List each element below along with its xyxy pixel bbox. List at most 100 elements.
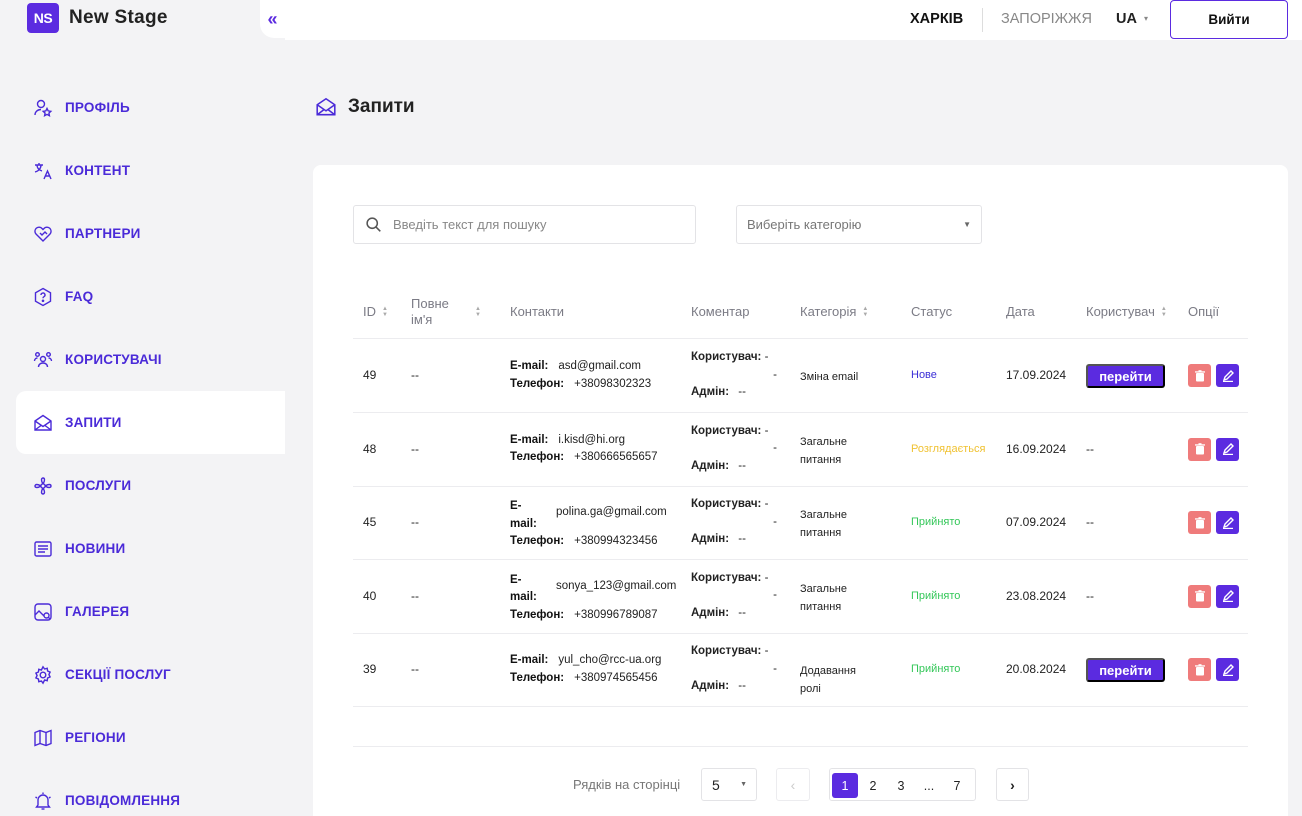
brand[interactable]: NS New Stage <box>27 3 168 33</box>
cell-comment: Користувач: - - Адмін: -- <box>691 498 777 546</box>
cell-category: Додавання ролі <box>800 665 856 696</box>
cell-category: Загальне питання <box>800 435 847 466</box>
sidebar-item-services[interactable]: ПОСЛУГИ <box>16 454 285 517</box>
sort-icon[interactable]: ▲ ▼ <box>382 306 388 318</box>
sidebar-item-requests[interactable]: ЗАПИТИ <box>16 391 285 454</box>
city-zaporizhzhia[interactable]: ЗАПОРІЖЖЯ <box>1001 11 1092 27</box>
delete-button[interactable] <box>1188 437 1211 461</box>
comment-admin-label: Адмін: <box>691 459 730 472</box>
edit-button[interactable] <box>1216 437 1239 461</box>
column-comment: Коментар <box>691 304 750 319</box>
sidebar-item-news[interactable]: НОВИНИ <box>16 517 285 580</box>
trash-icon <box>1194 443 1205 455</box>
logout-button[interactable]: Вийти <box>1170 0 1288 39</box>
go-to-user-button[interactable]: перейти <box>1086 364 1165 388</box>
requests-card: Виберіть категорію ▼ ID ▲▼ Повне ім'я ▲▼… <box>313 165 1288 816</box>
page-numbers: 1 2 3 ... 7 <box>829 768 976 801</box>
cell-date: 16.09.2024 <box>1006 441 1067 456</box>
double-chevron-left-icon: « <box>267 8 278 29</box>
category-select[interactable]: Виберіть категорію ▼ <box>736 205 982 244</box>
page-7[interactable]: 7 <box>944 773 970 798</box>
sidebar-item-gallery[interactable]: ГАЛЕРЕЯ <box>16 580 285 643</box>
email-value: polina.ga@gmail.com <box>556 506 667 519</box>
cell-date: 17.09.2024 <box>1006 368 1067 382</box>
delete-button[interactable] <box>1188 511 1211 535</box>
column-category[interactable]: Категорія ▲ ▼ <box>800 285 868 338</box>
cell-contacts: E-mail: i.kisd@hi.org Телефон: +38066656565… <box>510 432 680 467</box>
sidebar-item-faq[interactable]: FAQ <box>16 265 285 328</box>
sidebar-item-content[interactable]: КОНТЕНТ <box>16 139 285 202</box>
search-box[interactable] <box>353 205 696 244</box>
cell-contacts: E-mail: sonya_123@gmail.com Телефон: +38099… <box>510 572 680 625</box>
edit-button[interactable] <box>1216 658 1239 682</box>
sidebar-item-users[interactable]: КОРИСТУВАЧІ <box>16 328 285 391</box>
cell-id: 49 <box>363 368 377 382</box>
delete-button[interactable] <box>1188 364 1211 387</box>
caret-down-icon: ▼ <box>963 220 971 229</box>
trash-icon <box>1194 664 1205 676</box>
column-date: Дата <box>1006 304 1035 319</box>
next-page-button[interactable]: › <box>996 768 1029 801</box>
cell-fullname: -- <box>411 368 419 382</box>
sidebar-item-label: ГАЛЕРЕЯ <box>65 604 130 619</box>
sidebar-item-regions[interactable]: РЕГІОНИ <box>16 706 285 769</box>
sidebar-item-notifications[interactable]: ПОВІДОМЛЕННЯ <box>16 769 285 816</box>
edit-button[interactable] <box>1216 511 1239 535</box>
email-label: E-mail: <box>510 500 537 530</box>
sidebar-item-partners[interactable]: ПАРТНЕРИ <box>16 202 285 265</box>
search-input[interactable] <box>393 217 673 232</box>
cell-fullname: -- <box>411 515 419 530</box>
phone-value: +380974565456 <box>574 671 658 684</box>
table-row: 48 -- E-mail: i.kisd@hi.org Телефон: +3806665… <box>353 413 1248 487</box>
cell-category: Загальне питання <box>800 582 847 613</box>
sidebar-item-service-sections[interactable]: СЕКЦІЇ ПОСЛУГ <box>16 643 285 706</box>
language-select[interactable]: UA <box>1116 11 1137 27</box>
email-label: E-mail: <box>510 360 549 372</box>
comment-admin-label: Адмін: <box>691 386 730 398</box>
sidebar-item-profile[interactable]: ПРОФІЛЬ <box>16 76 285 139</box>
column-user[interactable]: Користувач ▲ ▼ <box>1086 285 1167 338</box>
page-2[interactable]: 2 <box>860 773 886 798</box>
delete-button[interactable] <box>1188 584 1211 608</box>
email-value: asd@gmail.com <box>558 360 641 372</box>
column-id[interactable]: ID ▲ ▼ <box>363 285 388 338</box>
comment-user-label: Користувач: <box>691 571 762 584</box>
city-kharkiv[interactable]: ХАРКІВ <box>910 11 963 27</box>
gear-icon <box>33 664 53 685</box>
collapse-sidebar-button[interactable]: « <box>260 0 285 38</box>
cell-user: -- <box>1086 515 1094 530</box>
table-row: 39 -- E-mail: yul_cho@rcc-ua.org Телефон: +38… <box>353 633 1248 708</box>
phone-value: +380666565657 <box>574 451 658 464</box>
page-3[interactable]: 3 <box>888 773 914 798</box>
mail-icon <box>33 413 53 433</box>
sidebar-item-label: ЗАПИТИ <box>65 415 122 430</box>
table-header: ID ▲ ▼ Повне ім'я ▲ ▼ Контакти Коментар Ка… <box>353 285 1248 339</box>
go-to-user-button[interactable]: перейти <box>1086 658 1165 683</box>
cell-id: 40 <box>363 588 377 603</box>
top-bar: ХАРКІВ ЗАПОРІЖЖЯ UA ▾ Вийти <box>285 0 1302 40</box>
cell-id: 45 <box>363 515 377 530</box>
column-contacts: Контакти <box>510 304 565 319</box>
sort-icon[interactable]: ▲ ▼ <box>1161 306 1167 318</box>
edit-button[interactable] <box>1216 584 1239 608</box>
rows-per-page-label: Рядків на сторінці <box>573 777 681 792</box>
trash-icon <box>1194 590 1205 602</box>
comment-user-label: Користувач: <box>691 498 762 511</box>
sort-icon[interactable]: ▲ ▼ <box>475 306 481 318</box>
rows-per-page-select[interactable]: 5 ▼ <box>701 768 757 801</box>
app-name: New Stage <box>69 7 168 28</box>
search-icon <box>366 217 381 232</box>
phone-label: Телефон: <box>510 377 565 390</box>
page-1[interactable]: 1 <box>832 773 858 798</box>
pencil-icon <box>1222 663 1234 676</box>
sort-icon[interactable]: ▲ ▼ <box>862 306 868 318</box>
previous-page-button[interactable]: ‹ <box>776 768 810 801</box>
cell-fullname: -- <box>411 441 419 456</box>
cell-id: 39 <box>363 662 377 677</box>
edit-button[interactable] <box>1216 364 1239 387</box>
delete-button[interactable] <box>1188 658 1211 682</box>
table-row: 40 -- E-mail: sonya_123@gmail.com Телефон: +3… <box>353 560 1248 634</box>
sidebar-item-label: СЕКЦІЇ ПОСЛУГ <box>65 667 171 682</box>
column-fullname[interactable]: Повне ім'я ▲ ▼ <box>411 285 481 338</box>
table-row: 49 -- E-mail: asd@gmail.com Телефон: +3809830… <box>353 339 1248 413</box>
